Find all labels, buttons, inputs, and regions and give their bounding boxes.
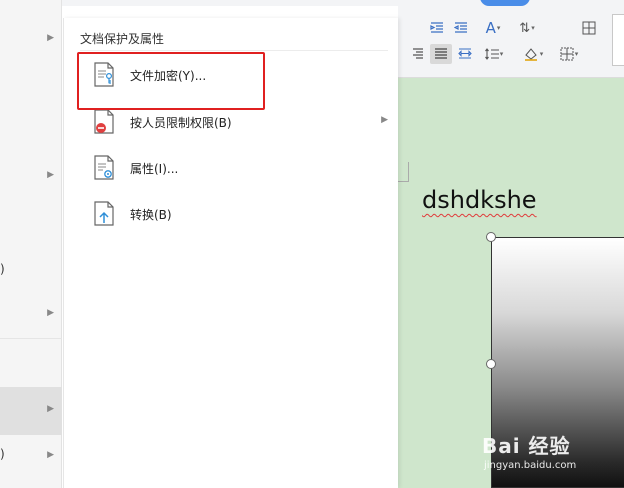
file-convert-icon	[92, 201, 116, 227]
parent-menu: ▶ ▶ ) ▶ ▶ ) ▶	[0, 0, 62, 488]
watermark-url: jingyan.baidu.com	[484, 460, 577, 471]
distributed-align-icon[interactable]	[454, 44, 476, 64]
chevron-right-icon: ▶	[47, 308, 54, 318]
parent-menu-item[interactable]: )	[0, 248, 62, 296]
resize-handle-top-left[interactable]	[486, 232, 496, 242]
sort-icon[interactable]: ⇅ ▾	[514, 18, 540, 38]
shading-icon[interactable]: ▾	[518, 44, 548, 64]
menu-item-label: 按人员限制权限(B)	[130, 116, 232, 130]
ribbon-toolbar: A ▾ ⇅ ▾ ▾ ▾ ▾	[398, 6, 624, 78]
menu-item-label: 属性(I)...	[130, 162, 179, 176]
watermark-logo: Bai 经验	[482, 434, 571, 458]
menu-item-properties[interactable]: 属性(I)...	[74, 147, 396, 189]
align-justify-icon[interactable]	[430, 44, 452, 64]
file-restrict-icon	[92, 109, 116, 135]
chevron-right-icon: ▶	[47, 450, 54, 460]
menu-divider	[80, 50, 388, 51]
chevron-right-icon: ▶	[47, 404, 54, 414]
chevron-right-icon: ▶	[47, 170, 54, 180]
parent-menu-item[interactable]: ▶	[0, 291, 62, 339]
menu-item-label: )	[0, 262, 5, 276]
baidu-jingyan-watermark: Bai 经验 jingyan.baidu.com	[478, 428, 624, 486]
margin-marker	[398, 162, 409, 182]
menu-item-label: 转换(B)	[130, 208, 172, 222]
menu-item-label: )	[0, 447, 5, 461]
increase-indent-icon[interactable]	[426, 18, 448, 38]
annotation-highlight-box	[77, 52, 265, 110]
menu-divider	[0, 338, 62, 339]
text-effect-icon[interactable]: A ▾	[478, 18, 508, 38]
border-icon[interactable]: ▾	[554, 44, 584, 64]
chevron-right-icon: ▶	[381, 115, 388, 125]
decrease-indent-icon[interactable]	[450, 18, 472, 38]
parent-menu-item[interactable]: ▶	[0, 16, 62, 64]
parent-menu-item-document-protection[interactable]: ▶	[0, 387, 62, 435]
resize-handle-middle-left[interactable]	[486, 359, 496, 369]
menu-item-convert[interactable]: 转换(B)	[74, 193, 396, 235]
chevron-right-icon: ▶	[47, 33, 54, 43]
submenu-title: 文档保护及属性	[80, 32, 165, 46]
parent-menu-item[interactable]: ▶	[0, 153, 62, 201]
style-gallery[interactable]	[612, 14, 624, 66]
document-text[interactable]: dshdkshe	[422, 186, 537, 214]
table-icon[interactable]	[578, 18, 600, 38]
file-properties-icon	[92, 155, 116, 181]
align-right-icon[interactable]	[406, 44, 428, 64]
parent-menu-item[interactable]: ) ▶	[0, 433, 62, 481]
line-spacing-icon[interactable]: ▾	[480, 44, 508, 64]
